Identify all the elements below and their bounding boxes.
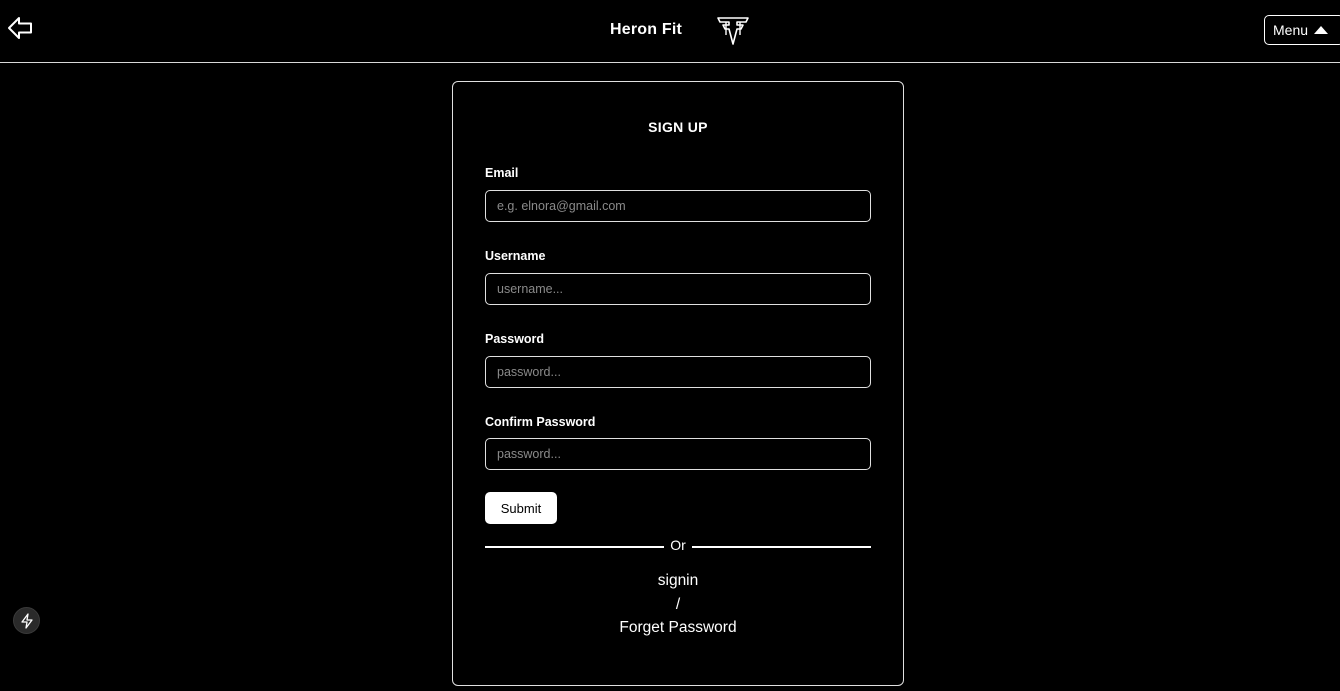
heron-fit-logo <box>717 17 749 45</box>
top-navbar: Heron Fit Menu <box>0 0 1340 63</box>
forget-password-link[interactable]: Forget Password <box>619 619 736 636</box>
password-label: Password <box>485 332 545 346</box>
email-label: Email <box>485 166 519 180</box>
lightning-icon <box>20 612 33 629</box>
username-field[interactable] <box>485 273 871 305</box>
username-label: Username <box>485 249 546 263</box>
email-field[interactable] <box>485 190 871 222</box>
divider-text: Or <box>670 537 686 553</box>
or-divider: Or <box>485 537 871 555</box>
caret-up-icon <box>1314 26 1329 34</box>
confirm-password-field[interactable] <box>485 438 871 470</box>
password-field[interactable] <box>485 356 871 388</box>
divider-line-right <box>692 546 871 548</box>
back-button[interactable] <box>6 14 34 42</box>
confirm-password-label: Confirm Password <box>485 415 596 429</box>
dev-tools-button[interactable] <box>13 607 40 634</box>
signin-link[interactable]: signin <box>658 572 699 589</box>
divider-line-left <box>485 546 664 548</box>
link-separator: / <box>675 595 681 613</box>
menu-label: Menu <box>1273 22 1309 38</box>
form-title: SIGN UP <box>648 119 708 135</box>
brand-title: Heron Fit <box>610 21 683 38</box>
menu-button[interactable]: Menu <box>1264 15 1340 45</box>
submit-button[interactable]: Submit <box>485 492 557 524</box>
auth-links: signin / Forget Password <box>453 569 903 640</box>
arrow-left-icon <box>8 17 32 39</box>
signup-card: SIGN UP Email Username Password Confirm … <box>452 81 904 686</box>
